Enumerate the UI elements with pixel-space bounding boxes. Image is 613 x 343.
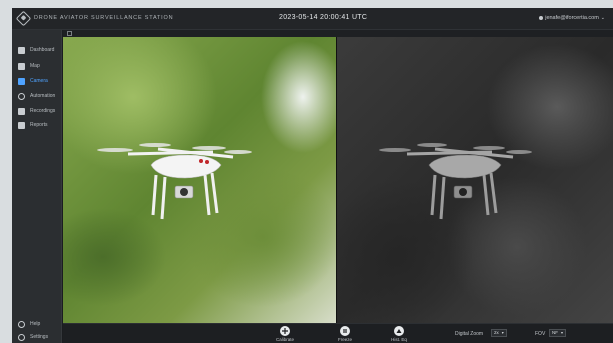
thermal-camera-feed[interactable] <box>337 37 613 323</box>
fov-label: FOV <box>535 331 546 337</box>
sidebar-item-label: Recordings <box>30 108 56 114</box>
user-menu[interactable]: jenafe@iforcertia.com ⌄ <box>539 15 605 21</box>
automation-icon <box>18 92 25 100</box>
app-title: DRONE AVIATOR SURVEILLANCE STATION <box>34 15 174 21</box>
sidebar-item-automation[interactable]: Automation <box>12 90 62 102</box>
sidebar-item-settings[interactable]: Settings <box>12 331 62 343</box>
color-camera-feed[interactable] <box>63 37 336 323</box>
utc-clock: 2023-05-14 20:00:41 UTC <box>279 14 368 21</box>
crosshair-icon <box>280 326 290 336</box>
sidebar-item-label: Dashboard <box>30 47 55 53</box>
app-window: DRONE AVIATOR SURVEILLANCE STATION 2023-… <box>12 8 613 343</box>
pause-icon <box>340 326 350 336</box>
hist-eq-button[interactable]: Hist. Eq <box>379 326 419 343</box>
user-icon <box>539 15 544 20</box>
camera-icon <box>18 77 25 85</box>
sidebar-item-label: Automation <box>30 93 56 99</box>
sidebar-item-label: Camera <box>30 78 48 84</box>
app-logo-icon <box>15 10 32 27</box>
sidebar-item-reports[interactable]: Reports <box>12 119 62 131</box>
sidebar-item-recordings[interactable]: Recordings <box>12 105 62 117</box>
sidebar-item-label: Map <box>30 63 40 69</box>
contrast-icon <box>394 326 404 336</box>
digital-zoom-value: 2x <box>494 330 499 335</box>
sidebar-item-camera[interactable]: Camera <box>12 75 62 87</box>
chevron-down-icon: ⌄ <box>600 15 605 21</box>
help-icon <box>18 320 25 328</box>
bottom-toolbar: Calibrate Freeze Hist. Eq Digital Zoom 2… <box>63 323 613 343</box>
sidebar-item-dashboard[interactable]: Dashboard <box>12 44 62 56</box>
reports-icon <box>18 121 25 129</box>
sidebar-item-label: Help <box>30 321 41 327</box>
chevron-down-icon: ▾ <box>501 330 504 335</box>
dashboard-icon <box>18 46 25 54</box>
sidebar-item-label: Settings <box>30 334 49 340</box>
calibrate-button[interactable]: Calibrate <box>265 326 305 343</box>
settings-icon <box>18 333 25 341</box>
top-bar: DRONE AVIATOR SURVEILLANCE STATION 2023-… <box>12 8 613 30</box>
fov-select[interactable]: NF ▾ <box>549 329 567 337</box>
drone-thermal-image <box>379 143 532 220</box>
freeze-button[interactable]: Freeze <box>325 326 365 343</box>
sidebar-item-help[interactable]: Help <box>12 318 62 330</box>
calibrate-label: Calibrate <box>275 337 294 342</box>
chevron-down-icon: ▾ <box>561 330 564 335</box>
freeze-label: Freeze <box>337 337 352 342</box>
drone-image <box>97 143 252 220</box>
fov-value: NF <box>552 330 558 335</box>
user-email: jenafe@iforcertia.com <box>545 15 599 21</box>
sidebar: Dashboard Map Camera Automation Recordin… <box>12 30 62 343</box>
view-toggle-icon[interactable] <box>67 31 72 36</box>
recordings-icon <box>18 107 25 115</box>
digital-zoom-label: Digital Zoom <box>455 331 484 337</box>
video-header-strip <box>63 30 613 37</box>
hist-eq-label: Hist. Eq <box>391 337 407 342</box>
digital-zoom-select[interactable]: 2x ▾ <box>491 329 507 337</box>
map-icon <box>18 62 25 70</box>
sidebar-item-map[interactable]: Map <box>12 60 62 72</box>
sidebar-item-label: Reports <box>30 122 48 128</box>
